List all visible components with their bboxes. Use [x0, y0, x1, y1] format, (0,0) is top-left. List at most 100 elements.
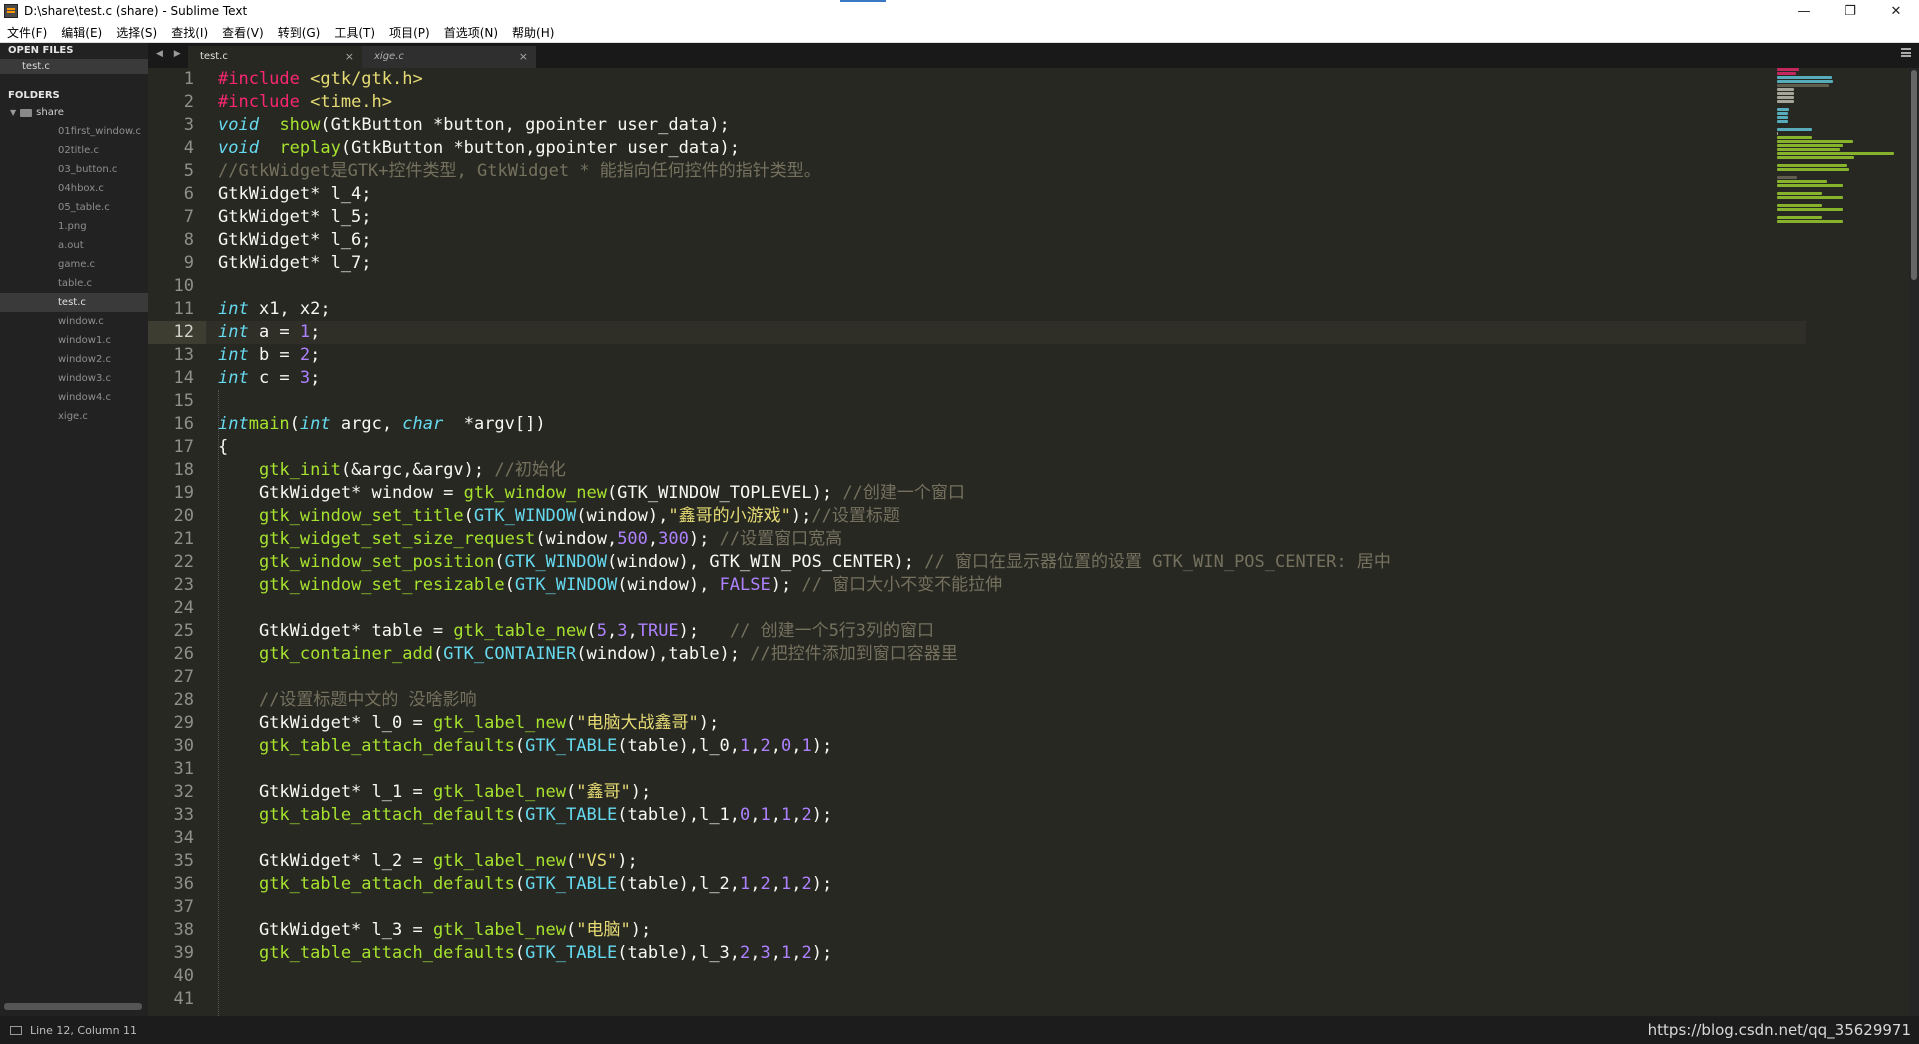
folder-expand-arrow-icon[interactable]: ▼ [10, 104, 16, 122]
code-line[interactable]: GtkWidget* l_3 = gtk_label_new("电脑"); [218, 919, 1391, 942]
code-token: "电脑大战鑫哥" [576, 713, 699, 733]
code-token: c = [248, 368, 300, 388]
file-item[interactable]: game.c [0, 255, 148, 274]
code-line[interactable] [218, 758, 1391, 781]
file-item[interactable]: 02title.c [0, 141, 148, 160]
file-item[interactable]: 01first_window.c [0, 122, 148, 141]
panel-toggle-icon[interactable] [10, 1025, 22, 1035]
code-editor[interactable]: 1 2 3 4 5 6 7 8 9 10 11 12 13 14 15 16 17 18 19 20 21 22 23 24 2… [148, 68, 1919, 1016]
file-item[interactable]: xige.c [0, 407, 148, 426]
code-line[interactable]: gtk_table_attach_defaults(GTK_TABLE(tabl… [218, 804, 1391, 827]
minimap-line [1777, 132, 1779, 135]
line-number-gutter: 1 2 3 4 5 6 7 8 9 10 11 12 13 14 15 16 17 18 19 20 21 22 23 24 2… [148, 68, 206, 1016]
code-line[interactable]: gtk_window_set_title(GTK_WINDOW(window),… [218, 505, 1391, 528]
line-number: 22 [173, 552, 194, 572]
folder-share[interactable]: ▼ share [0, 104, 148, 122]
code-line[interactable]: int b = 2; [218, 344, 1391, 367]
code-line[interactable]: #include <gtk/gtk.h> [218, 68, 1391, 91]
tab-nav-arrows-icon[interactable]: ◀ ▶ [156, 49, 185, 59]
code-text[interactable]: #include <gtk/gtk.h> #include <time.h> voi… [218, 68, 1391, 1011]
menu-file[interactable]: 文件(F) [0, 24, 54, 41]
code-line[interactable] [218, 390, 1391, 413]
file-item[interactable]: test.c [0, 293, 148, 312]
code-line[interactable]: GtkWidget* l_4; [218, 183, 1391, 206]
file-item[interactable]: 1.png [0, 217, 148, 236]
hamburger-menu-icon[interactable] [1901, 48, 1911, 57]
file-item[interactable]: table.c [0, 274, 148, 293]
code-line[interactable]: void replay(GtkButton *button,gpointer u… [218, 137, 1391, 160]
code-line[interactable]: gtk_window_set_position(GTK_WINDOW(windo… [218, 551, 1391, 574]
sidebar-horizontal-scrollbar[interactable] [4, 1003, 142, 1010]
tab-xige-c[interactable]: xige.c × [362, 46, 536, 68]
code-line[interactable]: GtkWidget* l_0 = gtk_label_new("电脑大战鑫哥")… [218, 712, 1391, 735]
code-token: , [791, 943, 802, 963]
code-line[interactable]: gtk_container_add(GTK_CONTAINER(window),… [218, 643, 1391, 666]
code-line[interactable] [218, 896, 1391, 919]
code-line[interactable]: GtkWidget* l_6; [218, 229, 1391, 252]
code-token: (GTK_WINDOW_TOPLEVEL); [606, 483, 843, 503]
tab-test-c[interactable]: test.c × [188, 46, 362, 68]
code-line[interactable]: GtkWidget* l_5; [218, 206, 1391, 229]
file-item[interactable]: window2.c [0, 350, 148, 369]
code-line[interactable]: int c = 3; [218, 367, 1391, 390]
code-line[interactable] [218, 275, 1391, 298]
menu-selection[interactable]: 选择(S) [109, 24, 164, 41]
code-line[interactable]: //GtkWidget是GTK+控件类型, GtkWidget * 能指向任何控… [218, 160, 1391, 183]
code-line[interactable]: gtk_table_attach_defaults(GTK_TABLE(tabl… [218, 735, 1391, 758]
tab-close-icon[interactable]: × [519, 46, 528, 68]
code-line[interactable]: void show(GtkButton *button, gpointer us… [218, 114, 1391, 137]
line-number: 6 [183, 184, 194, 204]
code-token: ( [463, 506, 474, 526]
code-line[interactable]: GtkWidget* l_1 = gtk_label_new("鑫哥"); [218, 781, 1391, 804]
code-line[interactable]: GtkWidget* l_7; [218, 252, 1391, 275]
code-line[interactable]: GtkWidget* window = gtk_window_new(GTK_W… [218, 482, 1391, 505]
code-line[interactable]: gtk_window_set_resizable(GTK_WINDOW(wind… [218, 574, 1391, 597]
menu-view[interactable]: 查看(V) [215, 24, 271, 41]
code-line[interactable]: intmain(int argc, char *argv[]) [218, 413, 1391, 436]
code-line[interactable]: gtk_init(&argc,&argv); //初始化 [218, 459, 1391, 482]
menu-project[interactable]: 项目(P) [382, 24, 437, 41]
file-item[interactable]: window4.c [0, 388, 148, 407]
code-line[interactable]: int x1, x2; [218, 298, 1391, 321]
line-number: 18 [173, 460, 194, 480]
menu-goto[interactable]: 转到(G) [271, 24, 328, 41]
file-item[interactable]: window3.c [0, 369, 148, 388]
code-token: gtk_label_new [432, 782, 566, 802]
menu-help[interactable]: 帮助(H) [505, 24, 561, 41]
file-item[interactable]: 05_table.c [0, 198, 148, 217]
open-file-item[interactable]: test.c [0, 59, 148, 74]
code-line[interactable]: GtkWidget* l_2 = gtk_label_new("VS"); [218, 850, 1391, 873]
code-line[interactable]: { [218, 436, 1391, 459]
menu-preferences[interactable]: 首选项(N) [437, 24, 505, 41]
restore-button[interactable]: ❐ [1827, 0, 1873, 22]
file-item[interactable]: 04hbox.c [0, 179, 148, 198]
menu-tools[interactable]: 工具(T) [327, 24, 382, 41]
line-number: 35 [173, 851, 194, 871]
file-item[interactable]: window1.c [0, 331, 148, 350]
code-line[interactable]: gtk_table_attach_defaults(GTK_TABLE(tabl… [218, 873, 1391, 896]
code-line[interactable] [218, 597, 1391, 620]
menu-find[interactable]: 查找(I) [164, 24, 215, 41]
code-line[interactable] [218, 666, 1391, 689]
code-line[interactable]: gtk_table_attach_defaults(GTK_TABLE(tabl… [218, 942, 1391, 965]
minimap[interactable] [1777, 68, 1907, 358]
menu-edit[interactable]: 编辑(E) [54, 24, 109, 41]
tab-close-icon[interactable]: × [345, 46, 354, 68]
file-item[interactable]: 03_button.c [0, 160, 148, 179]
scrollbar-thumb[interactable] [1911, 70, 1917, 280]
code-line[interactable]: GtkWidget* table = gtk_table_new(5,3,TRU… [218, 620, 1391, 643]
title-bar: D:\share\test.c (share) - Sublime Text —… [0, 0, 1919, 22]
file-item[interactable]: window.c [0, 312, 148, 331]
close-window-button[interactable]: ✕ [1873, 0, 1919, 22]
code-line[interactable]: gtk_widget_set_size_request(window,500,3… [218, 528, 1391, 551]
code-line[interactable] [218, 965, 1391, 988]
file-item[interactable]: a.out [0, 236, 148, 255]
vertical-scrollbar[interactable] [1909, 68, 1919, 1016]
status-bar: Line 12, Column 11 https://blog.csdn.net… [0, 1016, 1919, 1044]
code-line[interactable]: int a = 1; [218, 321, 1391, 344]
code-line[interactable] [218, 827, 1391, 850]
code-line[interactable]: #include <time.h> [218, 91, 1391, 114]
code-line[interactable] [218, 988, 1391, 1011]
code-line[interactable]: //设置标题中文的 没啥影响 [218, 689, 1391, 712]
minimize-button[interactable]: — [1781, 0, 1827, 22]
